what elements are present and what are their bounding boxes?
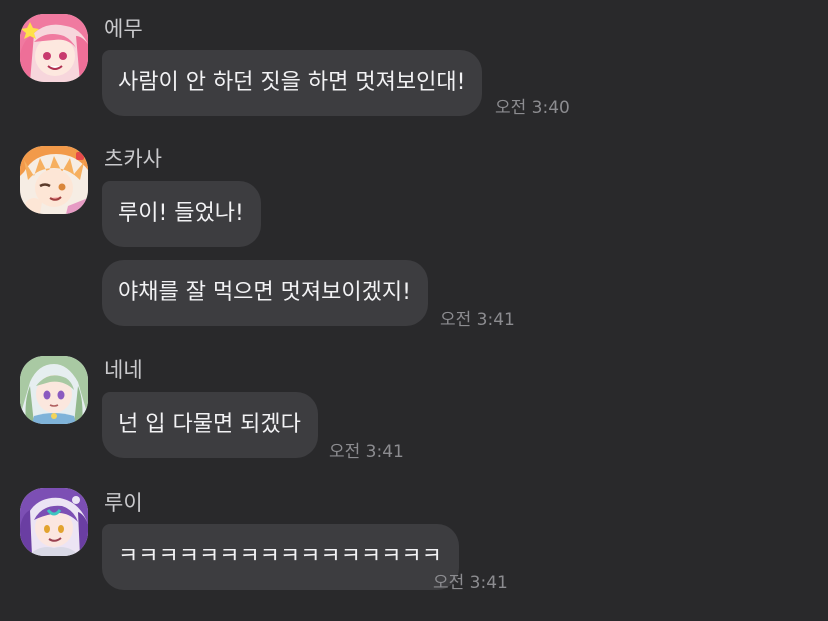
message-timestamp: 오전 3:40	[495, 98, 570, 118]
sender-name: 루이	[104, 491, 143, 515]
message-bubble[interactable]: 넌 입 다물면 되겠다	[102, 392, 318, 458]
nene-avatar-icon[interactable]	[20, 356, 88, 424]
message-timestamp: 오전 3:41	[433, 573, 508, 593]
message-timestamp: 오전 3:41	[329, 442, 404, 462]
sender-name: 츠카사	[104, 147, 162, 171]
chat-message-list[interactable]: 에무 사람이 안 하던 짓을 하면 멋져보인대! 오전 3:40 츠카사 루이!…	[0, 0, 828, 621]
message-bubble[interactable]: 루이! 들었나!	[102, 181, 261, 247]
message-timestamp: 오전 3:41	[440, 310, 515, 330]
sender-name: 네네	[104, 358, 143, 382]
message-bubble[interactable]: 야채를 잘 먹으면 멋져보이겠지!	[102, 260, 428, 326]
rui-avatar-icon[interactable]	[20, 488, 88, 556]
emu-avatar-icon[interactable]	[20, 14, 88, 82]
message-bubble[interactable]: 사람이 안 하던 짓을 하면 멋져보인대!	[102, 50, 483, 116]
message-bubble[interactable]: ㅋㅋㅋㅋㅋㅋㅋㅋㅋㅋㅋㅋㅋㅋㅋㅋ	[102, 524, 459, 590]
tsukasa-avatar-icon[interactable]	[20, 146, 88, 214]
sender-name: 에무	[104, 17, 143, 41]
